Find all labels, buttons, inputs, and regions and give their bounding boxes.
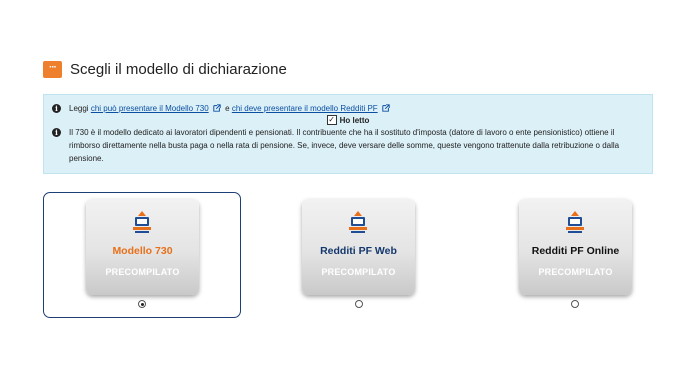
- card-modello-730[interactable]: Modello 730 PRECOMPILATO: [86, 199, 199, 295]
- info-box: i Leggi chi può presentare il Modello 73…: [43, 94, 653, 174]
- agenzia-entrate-logo-icon: [349, 211, 367, 233]
- card-redditi-pf-web[interactable]: Redditi PF Web PRECOMPILATO: [302, 199, 415, 295]
- card-subtitle: PRECOMPILATO: [105, 267, 180, 277]
- card-redditi-pf-online[interactable]: Redditi PF Online PRECOMPILATO: [519, 199, 632, 295]
- link-chi-puo-presentare-730[interactable]: chi può presentare il Modello 730: [91, 104, 209, 113]
- radio-redditi-pf-online[interactable]: [571, 300, 579, 308]
- agenzia-entrate-logo-icon: [133, 211, 151, 233]
- external-link-icon: [381, 104, 390, 112]
- info-prefix: Leggi: [69, 104, 89, 113]
- card-subtitle: PRECOMPILATO: [538, 267, 613, 277]
- ho-letto-checkbox[interactable]: ✓: [326, 115, 337, 125]
- link-chi-deve-presentare-redditi[interactable]: chi deve presentare il modello Redditi P…: [232, 104, 378, 113]
- info-paragraph-line: i Il 730 è il modello dedicato ai lavora…: [52, 126, 644, 165]
- external-link-icon: [212, 104, 221, 112]
- more-dots-icon: ···: [43, 61, 62, 78]
- card-subtitle: PRECOMPILATO: [321, 267, 396, 277]
- info-icon: i: [52, 104, 61, 113]
- card-title: Modello 730: [112, 245, 173, 257]
- section-header: ··· Scegli il modello di dichiarazione: [43, 61, 287, 78]
- radio-redditi-pf-web[interactable]: [355, 300, 363, 308]
- info-paragraph: Il 730 è il modello dedicato ai lavorato…: [69, 128, 620, 163]
- page-title: Scegli il modello di dichiarazione: [70, 61, 287, 78]
- ho-letto-row: ✓ Ho letto: [52, 114, 644, 126]
- card-title: Redditi PF Web: [320, 245, 397, 257]
- ho-letto-label: Ho letto: [339, 115, 370, 125]
- radio-modello-730[interactable]: [138, 300, 146, 308]
- agenzia-entrate-logo-icon: [566, 211, 584, 233]
- card-title: Redditi PF Online: [531, 245, 620, 257]
- info-icon: i: [52, 128, 61, 137]
- info-conjunction: e: [225, 104, 230, 113]
